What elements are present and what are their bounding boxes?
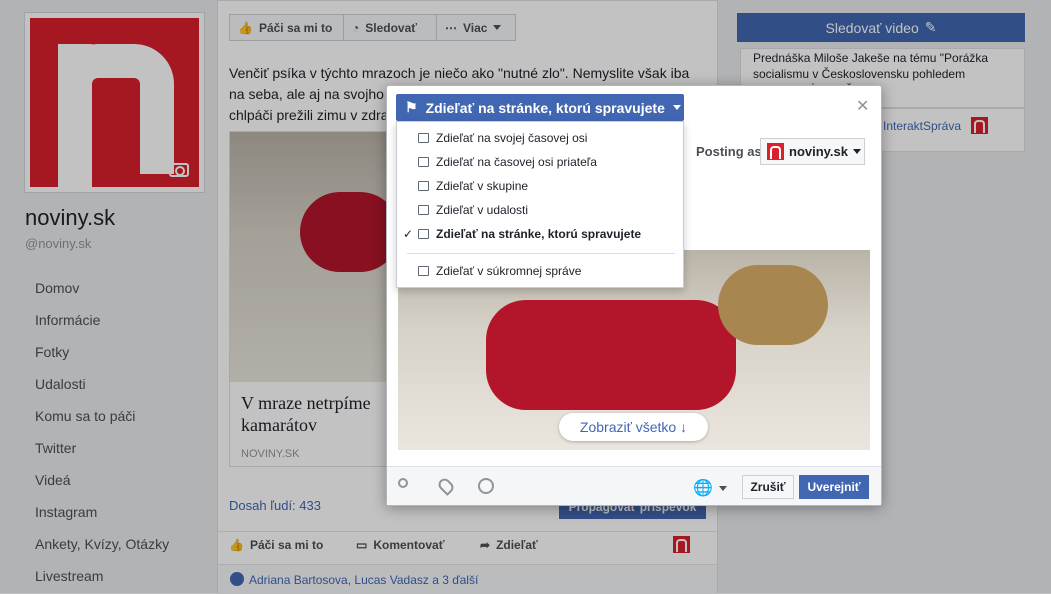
menu-item-group[interactable]: Zdieľať v skupine <box>397 175 683 197</box>
checkmark-icon: ✓ <box>403 227 414 241</box>
dog-sweater <box>486 300 736 410</box>
noviny-logo <box>767 143 784 160</box>
page-name[interactable]: noviny.sk <box>25 205 115 231</box>
more-icon: ⋯ <box>445 20 457 35</box>
page-avatar-selector[interactable] <box>971 117 988 134</box>
emoji-icon[interactable] <box>478 478 494 494</box>
share-target-menu: Zdieľať na svojej časovej osi Zdieľať na… <box>396 121 684 288</box>
cancel-button[interactable]: Zrušiť <box>742 475 794 499</box>
menu-item-managed-page[interactable]: ✓ Zdieľať na stránke, ktorú spravujete <box>397 223 683 245</box>
rss-icon: ◔ <box>352 20 360 35</box>
page-avatar-selector[interactable] <box>673 536 690 553</box>
thumbs-up-icon: 👍 <box>238 20 253 35</box>
nav-item-home[interactable]: Domov <box>35 280 79 296</box>
comment-action[interactable]: ▭ Komentovať <box>356 538 444 552</box>
interact-link[interactable]: Interakt <box>883 119 923 133</box>
menu-item-own-timeline[interactable]: Zdieľať na svojej časovej osi <box>397 127 683 149</box>
audience-selector[interactable]: 🌐 <box>693 478 727 498</box>
link-title: V mraze netrpíme kamarátov <box>241 393 371 435</box>
noviny-logo <box>30 18 199 187</box>
group-icon <box>418 181 429 191</box>
divider <box>218 531 717 532</box>
nav-item-likes[interactable]: Komu sa to páči <box>35 408 135 424</box>
nav-item-videos[interactable]: Videá <box>35 472 71 488</box>
tag-friends-icon[interactable] <box>398 478 414 494</box>
follow-video-button[interactable]: Sledovať video ✎ <box>737 13 1025 42</box>
friends-icon <box>418 157 429 167</box>
message-icon <box>418 266 429 276</box>
show-all-button[interactable]: Zobraziť všetko ↓ <box>559 413 708 441</box>
reach-count[interactable]: Dosah ľudí: 433 <box>229 498 321 513</box>
menu-item-friend-timeline[interactable]: Zdieľať na časovej osi priateľa <box>397 151 683 173</box>
chevron-down-icon <box>853 149 862 154</box>
flag-icon: ⚑ <box>405 99 418 115</box>
like-reaction-icon <box>230 572 244 586</box>
camera-icon[interactable] <box>169 163 189 177</box>
globe-icon: 🌐 <box>693 480 713 497</box>
chevron-down-icon <box>718 485 727 491</box>
posting-as-selector[interactable]: noviny.sk <box>760 138 865 165</box>
posting-as-label: Posting as <box>696 144 762 159</box>
nav-item-livestream[interactable]: Livestream <box>35 568 103 584</box>
profile-picture[interactable] <box>24 12 205 193</box>
nav-item-photos[interactable]: Fotky <box>35 344 69 360</box>
flag-icon <box>418 229 429 239</box>
menu-divider <box>407 253 675 254</box>
left-column: noviny.sk @noviny.sk Domov Informácie Fo… <box>0 0 217 593</box>
dog-head <box>718 265 828 345</box>
share-action[interactable]: ➦ Zdieľať <box>480 538 538 552</box>
pencil-icon <box>418 133 429 143</box>
comment-icon: ▭ <box>356 538 368 552</box>
pencil-icon: ✎ <box>924 19 937 35</box>
share-target-dropdown[interactable]: ⚑ Zdieľať na stránke, ktorú spravujete <box>396 94 684 121</box>
thumbs-up-icon: 👍 <box>229 538 244 552</box>
page-handle: @noviny.sk <box>25 236 92 251</box>
message-link[interactable]: Správa <box>923 119 961 133</box>
close-icon[interactable]: ✕ <box>856 96 869 116</box>
publish-button[interactable]: Uverejniť <box>799 475 869 499</box>
nav-item-twitter[interactable]: Twitter <box>35 440 76 456</box>
chevron-down-icon <box>493 25 502 30</box>
nav-item-polls[interactable]: Ankety, Kvízy, Otázky <box>35 536 169 552</box>
link-domain: NOVINY.SK <box>241 448 300 460</box>
nav-item-info[interactable]: Informácie <box>35 312 100 328</box>
calendar-icon <box>418 205 429 215</box>
nav-item-instagram[interactable]: Instagram <box>35 504 97 520</box>
more-button[interactable]: ⋯ Viac <box>436 14 516 41</box>
menu-item-private-message[interactable]: Zdieľať v súkromnej správe <box>397 260 683 282</box>
like-page-button[interactable]: 👍 Páči sa mi to <box>229 14 344 41</box>
like-action[interactable]: 👍 Páči sa mi to <box>229 538 323 552</box>
likers-text[interactable]: Adriana Bartosova, Lucas Vadasz a 3 ďalš… <box>249 573 478 587</box>
chevron-down-icon <box>672 105 681 110</box>
follow-button[interactable]: ◔ Sledovať <box>343 14 437 41</box>
share-icon: ➦ <box>480 538 491 552</box>
menu-item-event[interactable]: Zdieľať v udalosti <box>397 199 683 221</box>
nav-item-events[interactable]: Udalosti <box>35 376 86 392</box>
